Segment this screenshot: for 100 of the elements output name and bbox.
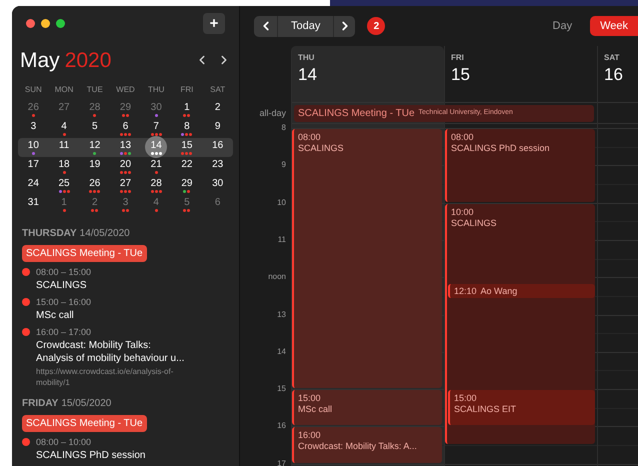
zoom-icon[interactable] xyxy=(56,18,65,28)
weekday-label: THU xyxy=(298,52,316,64)
day-number[interactable]: 27 xyxy=(120,178,132,190)
hour-label: 17 xyxy=(277,458,286,466)
weekday-label: FRI xyxy=(180,84,194,96)
weekday-label: THU xyxy=(148,84,164,96)
day-number[interactable]: 26 xyxy=(89,178,100,190)
hour-label: 14 xyxy=(277,346,286,357)
day-number[interactable]: 8 xyxy=(184,120,190,132)
day-number[interactable]: 10 xyxy=(28,140,39,152)
day-number[interactable]: 1 xyxy=(61,196,67,208)
all-day-event[interactable]: SCALINGS Meeting - TUe xyxy=(22,415,147,432)
event-title: Crowdcast: Mobility Talks: A... xyxy=(298,441,418,452)
day-number[interactable]: 24 xyxy=(28,178,39,190)
day-number[interactable]: 29 xyxy=(181,178,192,190)
day-number[interactable]: 2 xyxy=(214,102,220,114)
all-day-label: all-day xyxy=(259,106,286,120)
event-title[interactable]: Crowdcast: Mobility Talks: Analysis of mobility behaviour u... xyxy=(36,339,184,365)
day-number[interactable]: 2 xyxy=(92,196,98,208)
event-title[interactable]: MSc call xyxy=(36,309,92,322)
day-number[interactable]: 4 xyxy=(153,196,159,208)
week-row[interactable]: 10 11 12 13 14 15 16 xyxy=(18,138,233,157)
day-number[interactable]: 3 xyxy=(122,196,128,208)
close-icon[interactable] xyxy=(26,18,35,28)
day-number[interactable]: 28 xyxy=(150,178,162,190)
day-number[interactable]: 20 xyxy=(120,158,132,170)
minimize-icon[interactable] xyxy=(41,18,50,28)
event-time: 15:00 – 16:00 xyxy=(36,296,92,308)
day-number[interactable]: 6 xyxy=(214,196,220,208)
day-number[interactable]: 7 xyxy=(153,120,159,132)
day-number[interactable]: 18 xyxy=(58,158,70,170)
weekday-label: MON xyxy=(54,84,74,96)
event-time: 12:10 xyxy=(454,284,477,298)
calendar-event[interactable]: 12:10 Ao Wang xyxy=(448,284,595,298)
day-number[interactable]: 5 xyxy=(184,196,190,208)
day-number[interactable]: 12 xyxy=(89,140,100,152)
event-title: MSc call xyxy=(298,404,334,416)
day-number[interactable]: 31 xyxy=(28,196,39,208)
notification-badge[interactable]: 2 xyxy=(367,17,386,35)
day-number[interactable]: 13 xyxy=(120,140,132,152)
day-number[interactable]: 14 xyxy=(150,140,162,152)
day-number[interactable]: 27 xyxy=(58,102,70,114)
day-number[interactable]: 3 xyxy=(30,120,36,132)
day-number[interactable]: 1 xyxy=(184,102,190,114)
calendar-event[interactable]: 16:00 Crowdcast: Mobility Talks: A... xyxy=(292,427,442,463)
event-title: SCALINGS xyxy=(298,143,345,154)
agenda-date: 14/05/2020 xyxy=(80,227,130,241)
event-url[interactable]: https://www.crowdcast.io/e/analysis-of- mobility/1 xyxy=(36,366,184,388)
week-row[interactable]: 17 18 19 20 21 22 23 xyxy=(18,157,233,176)
event-title: Ao Wang xyxy=(480,284,518,298)
calendar-event[interactable]: 15:00 SCALINGS EIT xyxy=(448,390,595,426)
event-title[interactable]: SCALINGS PhD session xyxy=(36,449,146,462)
year-title: 2020 xyxy=(64,48,112,74)
day-number[interactable]: 19 xyxy=(89,158,100,170)
hour-label: noon xyxy=(268,272,286,282)
day-number[interactable]: 22 xyxy=(181,158,192,170)
agenda-weekday: FRIDAY xyxy=(22,397,58,411)
event-time: 16:00 – 17:00 xyxy=(36,326,92,338)
event-time: 08:00 xyxy=(451,132,475,143)
day-number[interactable]: 30 xyxy=(212,178,224,190)
day-number[interactable]: 17 xyxy=(28,158,39,170)
day-number[interactable]: 15 xyxy=(181,140,192,152)
day-number[interactable]: 16 xyxy=(212,140,224,152)
day-number[interactable]: 26 xyxy=(28,102,39,114)
week-row[interactable]: 26 27 28 29 30 1 2 xyxy=(18,100,233,119)
hour-label: 16 xyxy=(277,421,286,432)
day-number[interactable]: 23 xyxy=(212,158,224,170)
add-button[interactable]: + xyxy=(203,12,225,34)
view-tab[interactable]: Day xyxy=(542,16,582,36)
event-title: SCALINGS xyxy=(451,218,498,229)
day-number[interactable]: 28 xyxy=(89,102,100,114)
day-number[interactable]: 21 xyxy=(150,158,162,170)
weekday-label: WED xyxy=(116,84,135,96)
event-title[interactable]: SCALINGS xyxy=(36,279,92,292)
all-day-event[interactable]: SCALINGS Meeting - TUe xyxy=(22,245,147,262)
view-tab[interactable]: Week xyxy=(590,16,638,36)
day-number[interactable]: 11 xyxy=(58,140,70,152)
weekday-label: TUE xyxy=(86,84,103,96)
day-number[interactable]: 14 xyxy=(298,64,444,86)
week-row[interactable]: 24 25 26 27 28 29 30 xyxy=(18,176,233,195)
calendar-event[interactable]: 15:00 MSc call xyxy=(292,390,442,426)
day-number[interactable]: 4 xyxy=(61,120,67,132)
event-time: 08:00 – 15:00 xyxy=(36,266,92,278)
event-time: 08:00 – 10:00 xyxy=(36,436,92,448)
day-number[interactable]: 30 xyxy=(150,102,162,114)
day-number[interactable]: 6 xyxy=(122,120,128,132)
day-number[interactable]: 16 xyxy=(604,64,638,86)
hour-label: 9 xyxy=(282,160,286,170)
day-number[interactable]: 25 xyxy=(58,178,70,190)
week-row[interactable]: 31 1 2 3 4 5 6 xyxy=(18,195,233,214)
day-number[interactable]: 15 xyxy=(451,64,597,86)
calendar-event[interactable]: 08:00 SCALINGS xyxy=(292,129,442,388)
weekday-label: FRI xyxy=(451,52,465,64)
weekday-label: SAT xyxy=(604,52,620,64)
day-number[interactable]: 9 xyxy=(214,120,220,132)
day-number[interactable]: 29 xyxy=(120,102,132,114)
week-row[interactable]: 3 4 5 6 7 8 9 xyxy=(18,119,233,138)
calendar-event[interactable]: 08:00 SCALINGS PhD session xyxy=(445,129,595,202)
weekday-label: SAT xyxy=(210,84,226,96)
day-number[interactable]: 5 xyxy=(92,120,98,132)
